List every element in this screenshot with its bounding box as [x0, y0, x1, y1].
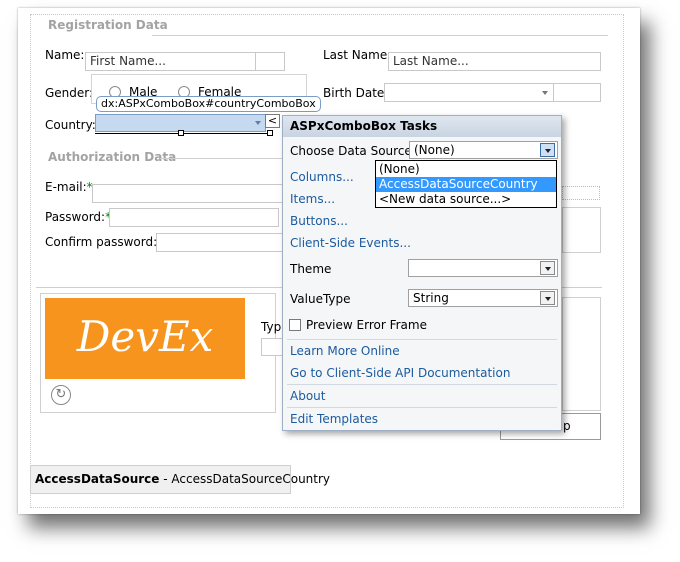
last-name-input[interactable]: Last Name... [388, 52, 601, 71]
password-input[interactable] [109, 208, 279, 227]
password-label-text: Password: [45, 210, 106, 224]
confirm-password-label: Confirm password:* [45, 235, 163, 249]
birth-date-dropdown-icon[interactable] [542, 91, 548, 95]
email-label: E-mail:* [45, 180, 93, 194]
theme-label: Theme [290, 262, 332, 276]
client-side-events-link[interactable]: Client-Side Events... [290, 236, 411, 250]
first-name-cell-divider [255, 52, 256, 71]
about-link[interactable]: About [290, 389, 325, 403]
smart-tag-expander-button[interactable]: < [265, 114, 280, 128]
resize-handle-bottom[interactable] [178, 130, 184, 136]
smart-tag-chevron-icon: < [267, 114, 278, 127]
chevron-down-icon [545, 297, 551, 301]
columns-link[interactable]: Columns... [290, 170, 354, 184]
last-name-label: Last Name: [323, 48, 392, 62]
confirm-password-label-text: Confirm password: [45, 235, 158, 249]
items-link[interactable]: Items... [290, 192, 335, 206]
captcha-code-input[interactable] [261, 338, 283, 356]
first-name-placeholder: First Name... [90, 54, 166, 68]
panel-separator [287, 384, 557, 385]
captcha-image: DevEx [45, 298, 245, 379]
valuetype-label: ValueType [290, 292, 351, 306]
country-label: Country: [45, 118, 96, 132]
country-dropdown-icon[interactable] [255, 121, 261, 125]
buttons-link[interactable]: Buttons... [290, 214, 348, 228]
password-label: Password:* [45, 210, 111, 224]
password-hint-box [562, 207, 601, 253]
last-name-placeholder: Last Name... [393, 54, 469, 68]
datasource-option-new[interactable]: <New data source...> [376, 192, 556, 207]
captcha-right-box [562, 297, 601, 411]
panel-separator [287, 407, 557, 408]
gender-label: Gender: [45, 86, 94, 100]
authorization-section-title: Authorization Data [48, 150, 177, 164]
edit-templates-link[interactable]: Edit Templates [290, 412, 378, 426]
birth-date-extra-cell [553, 83, 601, 102]
learn-more-online-link[interactable]: Learn More Online [290, 344, 400, 358]
choose-datasource-select[interactable]: (None) [409, 141, 558, 159]
valuetype-value: String [413, 291, 449, 305]
chevron-down-icon [545, 267, 551, 271]
email-label-text: E-mail: [45, 180, 87, 194]
valuetype-select[interactable]: String [408, 289, 558, 307]
captcha-refresh-icon[interactable]: ↻ [51, 385, 71, 405]
access-datasource-control[interactable]: AccessDataSource - AccessDataSourceCount… [30, 465, 330, 494]
preview-error-frame-label: Preview Error Frame [306, 318, 427, 332]
datasource-option-none[interactable]: (None) [376, 162, 556, 177]
combobox-id-tag: dx:ASPxComboBox#countryComboBox [96, 96, 321, 112]
datasource-type: AccessDataSource [35, 472, 160, 486]
captcha-logo-text: DevEx [76, 312, 214, 361]
valuetype-dropdown-button[interactable] [540, 291, 555, 305]
choose-datasource-label: Choose Data Source: [290, 144, 416, 158]
registration-divider [152, 35, 608, 36]
confirm-password-input[interactable] [156, 233, 284, 252]
choose-datasource-dropdown-button[interactable] [540, 143, 555, 157]
client-side-api-docs-link[interactable]: Go to Client-Side API Documentation [290, 366, 510, 380]
authorization-divider [160, 158, 282, 159]
captcha-type-label: Typ [261, 320, 282, 334]
theme-select[interactable] [408, 259, 558, 277]
birth-date-input[interactable] [384, 83, 554, 102]
resize-handle-corner[interactable] [267, 130, 273, 136]
registration-section-title: Registration Data [48, 18, 168, 32]
email-input[interactable] [92, 184, 284, 203]
birth-date-label: Birth Date: [323, 86, 389, 100]
signup-button-label: p [563, 419, 571, 433]
tasks-panel-title: ASPxComboBox Tasks [283, 116, 561, 137]
datasource-dropdown-popup: (None) AccessDataSourceCountry <New data… [375, 160, 557, 208]
datasource-separator: - [159, 472, 172, 486]
panel-separator [287, 339, 557, 340]
preview-error-frame-checkbox[interactable] [289, 319, 301, 331]
datasource-id: AccessDataSourceCountry [171, 472, 331, 486]
email-validator-placeholder [562, 186, 600, 200]
choose-datasource-value: (None) [414, 143, 455, 157]
theme-dropdown-button[interactable] [540, 261, 555, 275]
chevron-down-icon [545, 149, 551, 153]
datasource-option-access[interactable]: AccessDataSourceCountry [376, 177, 556, 192]
name-label: Name: [45, 48, 85, 62]
